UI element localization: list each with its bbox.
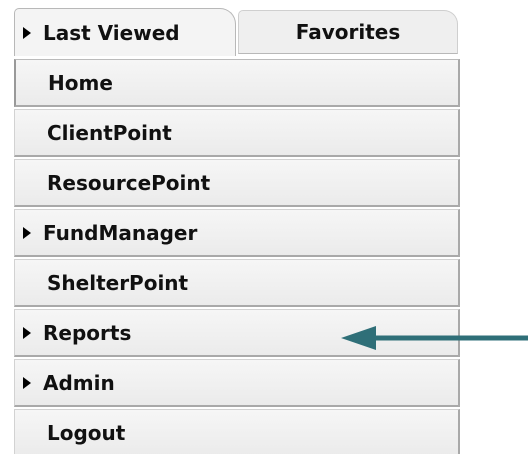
tab-label: Favorites (295, 20, 401, 44)
menu-item-home[interactable]: Home (14, 59, 460, 107)
tab-last-viewed[interactable]: Last Viewed (14, 8, 236, 56)
menu-item-label: Reports (43, 320, 132, 345)
triangle-right-icon (23, 326, 31, 339)
menu-item-admin[interactable]: Admin (14, 359, 460, 407)
tab-favorites[interactable]: Favorites (238, 10, 458, 54)
menu-item-fundmanager[interactable]: FundManager (14, 209, 460, 257)
menu-item-label: ResourcePoint (47, 170, 211, 195)
menu-item-label: Home (48, 70, 113, 95)
triangle-right-icon (23, 376, 31, 389)
menu-item-logout[interactable]: Logout (14, 409, 460, 454)
menu-item-label: Logout (47, 420, 126, 445)
triangle-right-icon (23, 26, 31, 39)
navigation-page: Last Viewed Favorites Home ClientPoint R… (0, 0, 528, 454)
main-menu: Home ClientPoint ResourcePoint FundManag… (14, 59, 460, 454)
menu-item-label: ClientPoint (47, 120, 172, 145)
menu-item-reports[interactable]: Reports (14, 309, 460, 357)
menu-item-label: Admin (43, 370, 115, 395)
tab-bar: Last Viewed Favorites (14, 0, 460, 56)
menu-item-label: FundManager (43, 220, 198, 245)
menu-item-clientpoint[interactable]: ClientPoint (14, 109, 460, 157)
tab-label: Last Viewed (43, 20, 180, 45)
menu-item-resourcepoint[interactable]: ResourcePoint (14, 159, 460, 207)
menu-item-shelterpoint[interactable]: ShelterPoint (14, 259, 460, 307)
triangle-right-icon (23, 226, 31, 239)
menu-item-label: ShelterPoint (47, 270, 189, 295)
